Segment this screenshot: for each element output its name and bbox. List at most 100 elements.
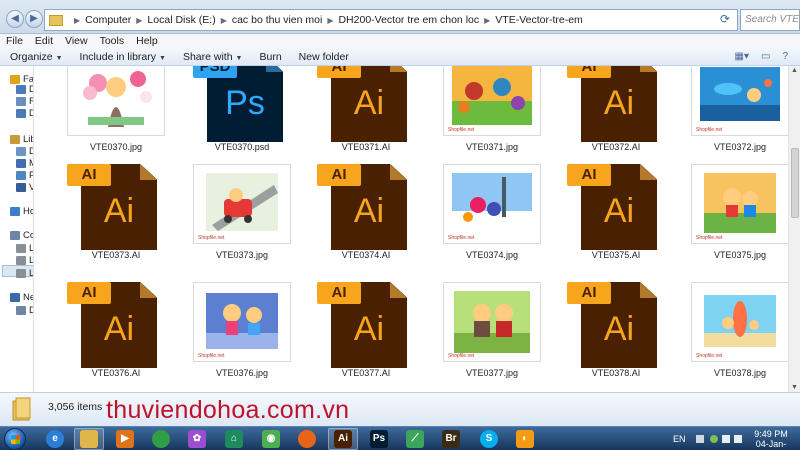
language-indicator[interactable]: EN bbox=[673, 434, 686, 444]
chevron-right-icon[interactable]: ▶ bbox=[484, 16, 490, 25]
breadcrumb-item[interactable]: VTE-Vector-tre-em bbox=[495, 14, 583, 26]
menu-edit[interactable]: Edit bbox=[35, 35, 53, 47]
file-item[interactable]: Shopfile.net VTE0377.jpg bbox=[431, 282, 553, 387]
nav-item[interactable]: M bbox=[16, 158, 33, 169]
nav-item[interactable]: D bbox=[16, 305, 33, 316]
documents-icon bbox=[16, 147, 26, 156]
network-icon[interactable] bbox=[722, 435, 730, 443]
photoshop-icon[interactable]: Ps bbox=[370, 430, 388, 448]
breadcrumb-item[interactable]: cac bo thu vien moi bbox=[232, 14, 322, 26]
file-item[interactable]: Ai AI VTE0374.AI bbox=[305, 164, 427, 269]
file-item[interactable]: Shopfile.net VTE0373.jpg bbox=[181, 164, 303, 269]
file-item[interactable]: Shopfile.net VTE0375.jpg bbox=[679, 164, 788, 269]
scrollbar-thumb[interactable] bbox=[791, 148, 799, 218]
image-thumbnail: Shopfile.net bbox=[443, 164, 541, 244]
chrome-icon[interactable] bbox=[152, 430, 170, 448]
file-item[interactable]: Ai AI VTE0378.AI bbox=[555, 282, 677, 387]
thumbnail-watermark: Shopfile.net bbox=[448, 353, 475, 359]
back-button[interactable]: ◀ bbox=[6, 10, 24, 28]
search-input[interactable]: Search VTE... bbox=[740, 9, 800, 31]
help-icon[interactable]: ? bbox=[782, 51, 788, 62]
nav-item[interactable]: P bbox=[16, 170, 33, 181]
app-a-icon[interactable]: ⌂ bbox=[225, 430, 243, 448]
system-clock[interactable]: 9:49 PM 04-Jan-16 bbox=[751, 429, 791, 450]
breadcrumb-item[interactable]: DH200-Vector tre em chon loc bbox=[338, 14, 479, 26]
nav-item[interactable]: V bbox=[16, 182, 33, 193]
file-type-badge: AI bbox=[567, 164, 611, 186]
thumbnail-art bbox=[194, 283, 290, 361]
share-with-button[interactable]: Share with ▼ bbox=[183, 51, 243, 63]
chevron-right-icon[interactable]: ▶ bbox=[221, 16, 227, 25]
vertical-scrollbar[interactable]: ▲ ▼ bbox=[788, 66, 800, 392]
file-item[interactable]: Ai AI VTE0371.AI bbox=[305, 66, 427, 161]
menu-tools[interactable]: Tools bbox=[100, 35, 125, 47]
file-item[interactable]: Shopfile.net VTE0376.jpg bbox=[181, 282, 303, 387]
skype-icon[interactable]: S bbox=[480, 430, 498, 448]
file-name: VTE0372.jpg bbox=[713, 142, 767, 152]
nav-item[interactable]: D bbox=[16, 146, 33, 157]
chevron-right-icon[interactable]: ▶ bbox=[327, 16, 333, 25]
nav-item[interactable]: Ne bbox=[10, 292, 33, 303]
nav-item[interactable]: R bbox=[16, 96, 33, 107]
new-folder-button[interactable]: New folder bbox=[299, 51, 349, 63]
file-item[interactable]: Ai AI VTE0376.AI bbox=[55, 282, 177, 387]
nav-item[interactable]: L bbox=[16, 243, 33, 254]
refresh-icon[interactable]: ⟳ bbox=[720, 12, 730, 26]
game-icon[interactable]: ✿ bbox=[188, 430, 206, 448]
tray-app-icon[interactable] bbox=[710, 435, 718, 443]
scroll-up-icon[interactable]: ▲ bbox=[791, 67, 798, 74]
scroll-down-icon[interactable]: ▼ bbox=[791, 384, 798, 391]
chevron-right-icon[interactable]: ▶ bbox=[136, 16, 142, 25]
star-icon bbox=[10, 75, 20, 84]
menu-help[interactable]: Help bbox=[136, 35, 158, 47]
start-button[interactable] bbox=[4, 428, 26, 450]
preview-pane-icon[interactable]: ▭ bbox=[761, 51, 770, 62]
file-item[interactable]: Ai AI VTE0375.AI bbox=[555, 164, 677, 269]
file-item[interactable]: Shopfile.net VTE0371.jpg bbox=[431, 66, 553, 161]
include-in-library-button[interactable]: Include in library ▼ bbox=[80, 51, 166, 63]
address-bar[interactable]: ▶ Computer ▶ Local Disk (E:) ▶ cac bo thu vie… bbox=[44, 9, 738, 31]
illustrator-file-icon: Ai AI bbox=[67, 164, 157, 250]
file-item[interactable]: Shopfile.net VTE0378.jpg bbox=[679, 282, 788, 387]
breadcrumb-item[interactable]: Local Disk (E:) bbox=[147, 14, 215, 26]
nav-item[interactable]: Ho bbox=[10, 206, 33, 217]
forward-button[interactable]: ▶ bbox=[25, 10, 43, 28]
breadcrumb-item[interactable]: Computer bbox=[85, 14, 131, 26]
organize-button[interactable]: Organize ▼ bbox=[10, 51, 63, 63]
ie-icon[interactable]: e bbox=[46, 430, 64, 448]
file-item[interactable]: VTE0370.jpg bbox=[55, 66, 177, 161]
nav-item[interactable]: D bbox=[16, 108, 33, 119]
folder-icon bbox=[49, 14, 63, 26]
menu-view[interactable]: View bbox=[65, 35, 88, 47]
media-player-icon[interactable]: ▶ bbox=[116, 430, 134, 448]
explorer-icon[interactable] bbox=[80, 430, 98, 448]
app-b-icon[interactable]: ◉ bbox=[262, 430, 280, 448]
nav-item[interactable]: L bbox=[16, 255, 33, 266]
thumbnail-watermark: Shopfile.net bbox=[198, 353, 225, 359]
file-item[interactable]: Ps PSD VTE0370.psd bbox=[181, 66, 303, 161]
firefox-icon[interactable] bbox=[298, 430, 316, 448]
network-icon bbox=[10, 293, 20, 302]
nav-item[interactable]: Co bbox=[10, 230, 34, 241]
bridge-icon[interactable]: Br bbox=[442, 430, 460, 448]
chevron-right-icon[interactable]: ▶ bbox=[74, 16, 80, 25]
illustrator-icon[interactable]: Ai bbox=[334, 430, 352, 448]
nav-item[interactable]: Libr bbox=[10, 134, 33, 145]
file-type-badge: AI bbox=[67, 164, 111, 186]
file-item[interactable]: Ai AI VTE0373.AI bbox=[55, 164, 177, 269]
volume-icon[interactable] bbox=[734, 435, 742, 443]
change-view-icon[interactable]: ▦▾ bbox=[735, 51, 749, 62]
file-item[interactable]: Ai AI VTE0377.AI bbox=[305, 282, 427, 387]
menu-file[interactable]: File bbox=[6, 35, 23, 47]
file-name: VTE0377.jpg bbox=[465, 368, 519, 378]
nav-item-label: Co bbox=[23, 230, 34, 241]
file-item[interactable]: Shopfile.net VTE0372.jpg bbox=[679, 66, 788, 161]
file-item[interactable]: Shopfile.net VTE0374.jpg bbox=[431, 164, 553, 269]
burn-button[interactable]: Burn bbox=[259, 51, 281, 63]
nav-item[interactable]: L bbox=[16, 268, 33, 279]
app-c-icon[interactable]: ⟋ bbox=[406, 430, 424, 448]
tray-chevron-icon[interactable] bbox=[696, 435, 704, 443]
app-d-icon[interactable]: ◐ bbox=[516, 430, 534, 448]
nav-item[interactable]: D bbox=[16, 84, 33, 95]
file-item[interactable]: Ai AI VTE0372.AI bbox=[555, 66, 677, 161]
